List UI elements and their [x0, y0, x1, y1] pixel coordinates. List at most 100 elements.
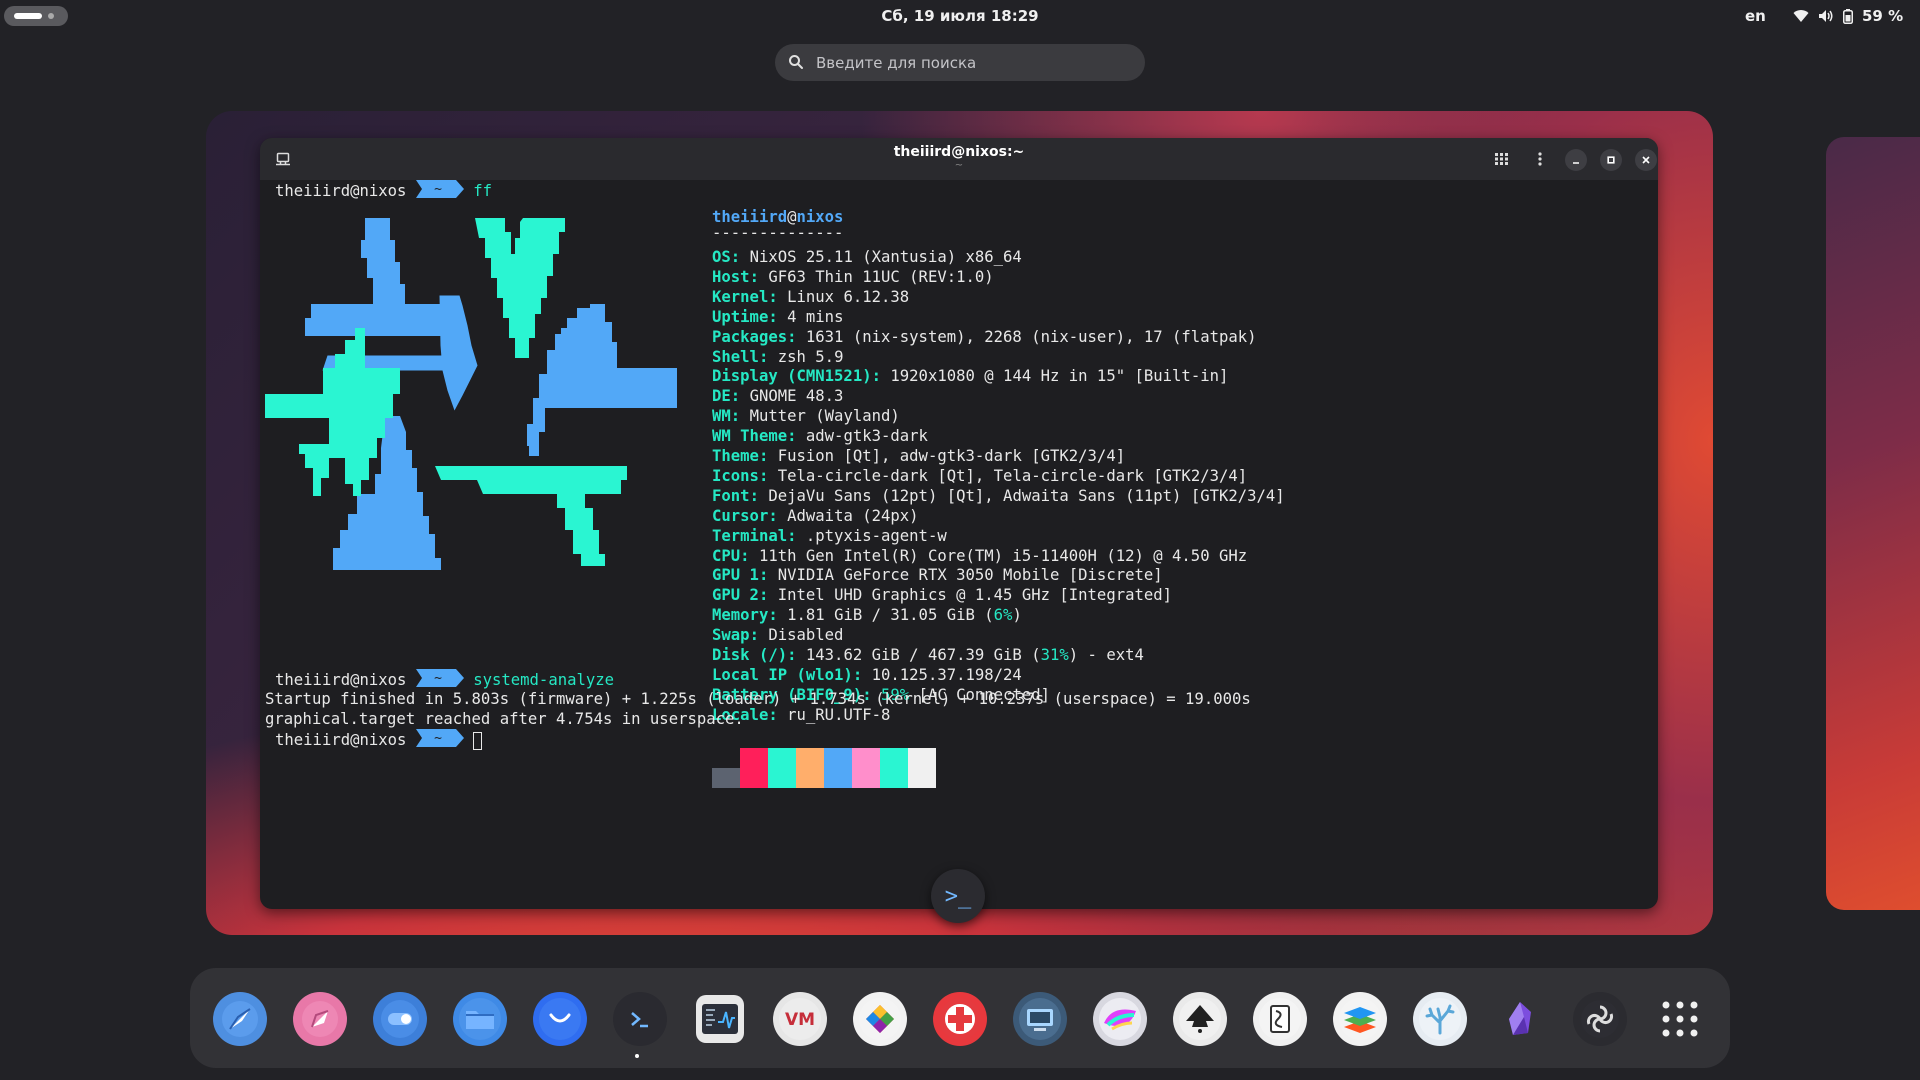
info-colon: : — [758, 347, 778, 366]
info-value: Tela-circle-dark [Qt], Tela-circle-dark … — [777, 466, 1248, 485]
info-row: Host: GF63 Thin 11UC (REV:1.0) — [712, 267, 994, 287]
info-value: 1.81 GiB / 31.05 GiB ( — [787, 606, 994, 625]
info-colon: : — [852, 665, 872, 684]
prompt-line: theiiird@nixos ~ ff — [275, 180, 492, 200]
logo-arm-3 — [527, 304, 677, 456]
command-text: ff — [473, 182, 492, 200]
app-grid-icon[interactable] — [1653, 992, 1707, 1046]
logo-arm-4 — [435, 466, 627, 566]
volume-icon — [1818, 9, 1834, 23]
terminal-prompt-icon[interactable]: >_ — [931, 869, 985, 923]
info-value: 1920x1080 @ 144 Hz in 15" [Built-in] — [890, 367, 1229, 386]
prompt-user: theiiird@nixos — [275, 182, 407, 200]
close-button[interactable] — [1635, 149, 1657, 171]
svg-text:VM: VM — [785, 1010, 815, 1030]
info-key: Host — [712, 267, 750, 286]
info-key: Display (CMN1521) — [712, 367, 872, 386]
info-value: NixOS 25.11 (Xantusia) x86_64 — [749, 248, 1022, 266]
prompt-dir-badge: ~ — [415, 180, 464, 203]
info-row: OS: NixOS 25.11 (Xantusia) x86_64 — [712, 247, 1022, 267]
menu-icon[interactable] — [1529, 148, 1551, 170]
info-key: Local IP (wlo1) — [712, 665, 853, 684]
info-value: Linux 6.12.38 — [787, 287, 910, 306]
search-input[interactable]: Введите для поиска — [775, 44, 1145, 81]
maximize-button[interactable] — [1600, 149, 1622, 171]
info-key: WM — [712, 407, 731, 426]
info-key: Font — [712, 486, 750, 505]
clock[interactable]: Сб, 19 июля 18:29 — [0, 7, 1920, 25]
coral-app-icon[interactable] — [1413, 992, 1467, 1046]
info-value: Mutter (Wayland) — [749, 407, 900, 426]
prompt-user: theiiird@nixos — [275, 731, 407, 749]
info-key: Packages — [712, 327, 788, 346]
minimize-button[interactable] — [1565, 149, 1587, 171]
files-icon[interactable] — [453, 992, 507, 1046]
info-key: Shell — [712, 347, 759, 366]
color-palette — [712, 748, 936, 788]
web-browser-icon[interactable] — [293, 992, 347, 1046]
info-key: WM Theme — [712, 427, 788, 446]
logo-arm-6 — [265, 328, 400, 496]
inkscape-icon[interactable] — [1173, 992, 1227, 1046]
info-value: 1631 (nix-system), 2268 (nix-user), 17 (… — [805, 327, 1257, 346]
running-indicator — [635, 1054, 639, 1058]
info-row: Local IP (wlo1): 10.125.37.198/24 — [712, 665, 1022, 685]
info-row: Packages: 1631 (nix-system), 2268 (nix-u… — [712, 327, 1257, 347]
info-row: CPU: 11th Gen Intel(R) Core(TM) i5-11400… — [712, 546, 1247, 566]
virt-manager-icon[interactable]: VM — [773, 992, 827, 1046]
terminal-window[interactable]: theiiird@nixos:~ ~ theiiird@nixos ~ ff t… — [260, 138, 1658, 909]
info-key: Uptime — [712, 307, 769, 326]
info-key: Disk (/) — [712, 646, 788, 664]
info-colon: : — [749, 626, 769, 645]
info-colon: : — [740, 546, 759, 565]
terminal-titlebar[interactable]: theiiird@nixos:~ ~ — [260, 138, 1658, 180]
info-colon: : — [730, 387, 750, 406]
layers-app-icon[interactable] — [1333, 992, 1387, 1046]
tab-overview-icon[interactable] — [1491, 148, 1513, 170]
info-colon: : — [768, 506, 788, 525]
mail-icon[interactable] — [533, 992, 587, 1046]
search-icon — [788, 54, 804, 74]
info-value: zsh 5.9 — [777, 347, 844, 366]
window-title: theiiird@nixos:~ — [893, 144, 1025, 160]
text-cursor — [473, 731, 483, 750]
remote-desktop-icon[interactable] — [1013, 992, 1067, 1046]
obsidian-icon[interactable] — [1493, 992, 1547, 1046]
keyboard-layout[interactable]: en — [1745, 7, 1766, 25]
system-monitor-icon[interactable] — [696, 995, 744, 1043]
info-row: Icons: Tela-circle-dark [Qt], Tela-circl… — [712, 466, 1247, 486]
info-value: DejaVu Sans (12pt) [Qt], Adwaita Sans (1… — [768, 486, 1285, 505]
palette-swatch — [740, 748, 768, 788]
first-aid-app-icon[interactable] — [933, 992, 987, 1046]
info-row: Memory: 1.81 GiB / 31.05 GiB (6%) — [712, 605, 1022, 625]
info-row: GPU 1: NVIDIA GeForce RTX 3050 Mobile [D… — [712, 565, 1163, 585]
terminal-output[interactable]: theiiird@nixos ~ ff theiiird@nixos -----… — [260, 180, 1658, 909]
info-key: Icons — [712, 466, 759, 485]
prompt-line: theiiird@nixos ~ — [275, 729, 483, 750]
info-value: .ptyxis-agent-w — [805, 526, 947, 545]
info-colon: : — [768, 307, 788, 326]
obs-studio-icon[interactable] — [1573, 992, 1627, 1046]
krita-icon[interactable] — [1093, 992, 1147, 1046]
color-app-icon[interactable] — [853, 992, 907, 1046]
info-row: Font: DejaVu Sans (12pt) [Qt], Adwaita S… — [712, 486, 1285, 506]
next-workspace-thumbnail[interactable] — [1826, 137, 1920, 910]
info-key: DE — [712, 387, 731, 406]
info-value-highlight: 31% — [1040, 646, 1069, 664]
toggle-app-icon[interactable] — [373, 992, 427, 1046]
terminal-icon[interactable] — [613, 992, 667, 1046]
libreoffice-draw-icon[interactable] — [1253, 992, 1307, 1046]
info-key: GPU 2 — [712, 586, 759, 605]
info-value: 4 mins — [787, 307, 844, 326]
palette-swatch — [712, 768, 740, 788]
info-colon: : — [758, 586, 778, 605]
battery-percentage: 59 % — [1862, 7, 1904, 25]
output-line: graphical.target reached after 4.754s in… — [265, 710, 744, 728]
info-value: GNOME 48.3 — [749, 387, 844, 406]
dock: VM — [190, 968, 1730, 1068]
info-value: GF63 Thin 11UC (REV:1.0) — [768, 267, 994, 286]
zen-browser-icon[interactable] — [213, 992, 267, 1046]
info-colon: : — [758, 566, 778, 585]
system-status-area[interactable]: 59 % — [1793, 6, 1903, 26]
info-value: 11th Gen Intel(R) Core(TM) i5-11400H (12… — [758, 546, 1248, 565]
